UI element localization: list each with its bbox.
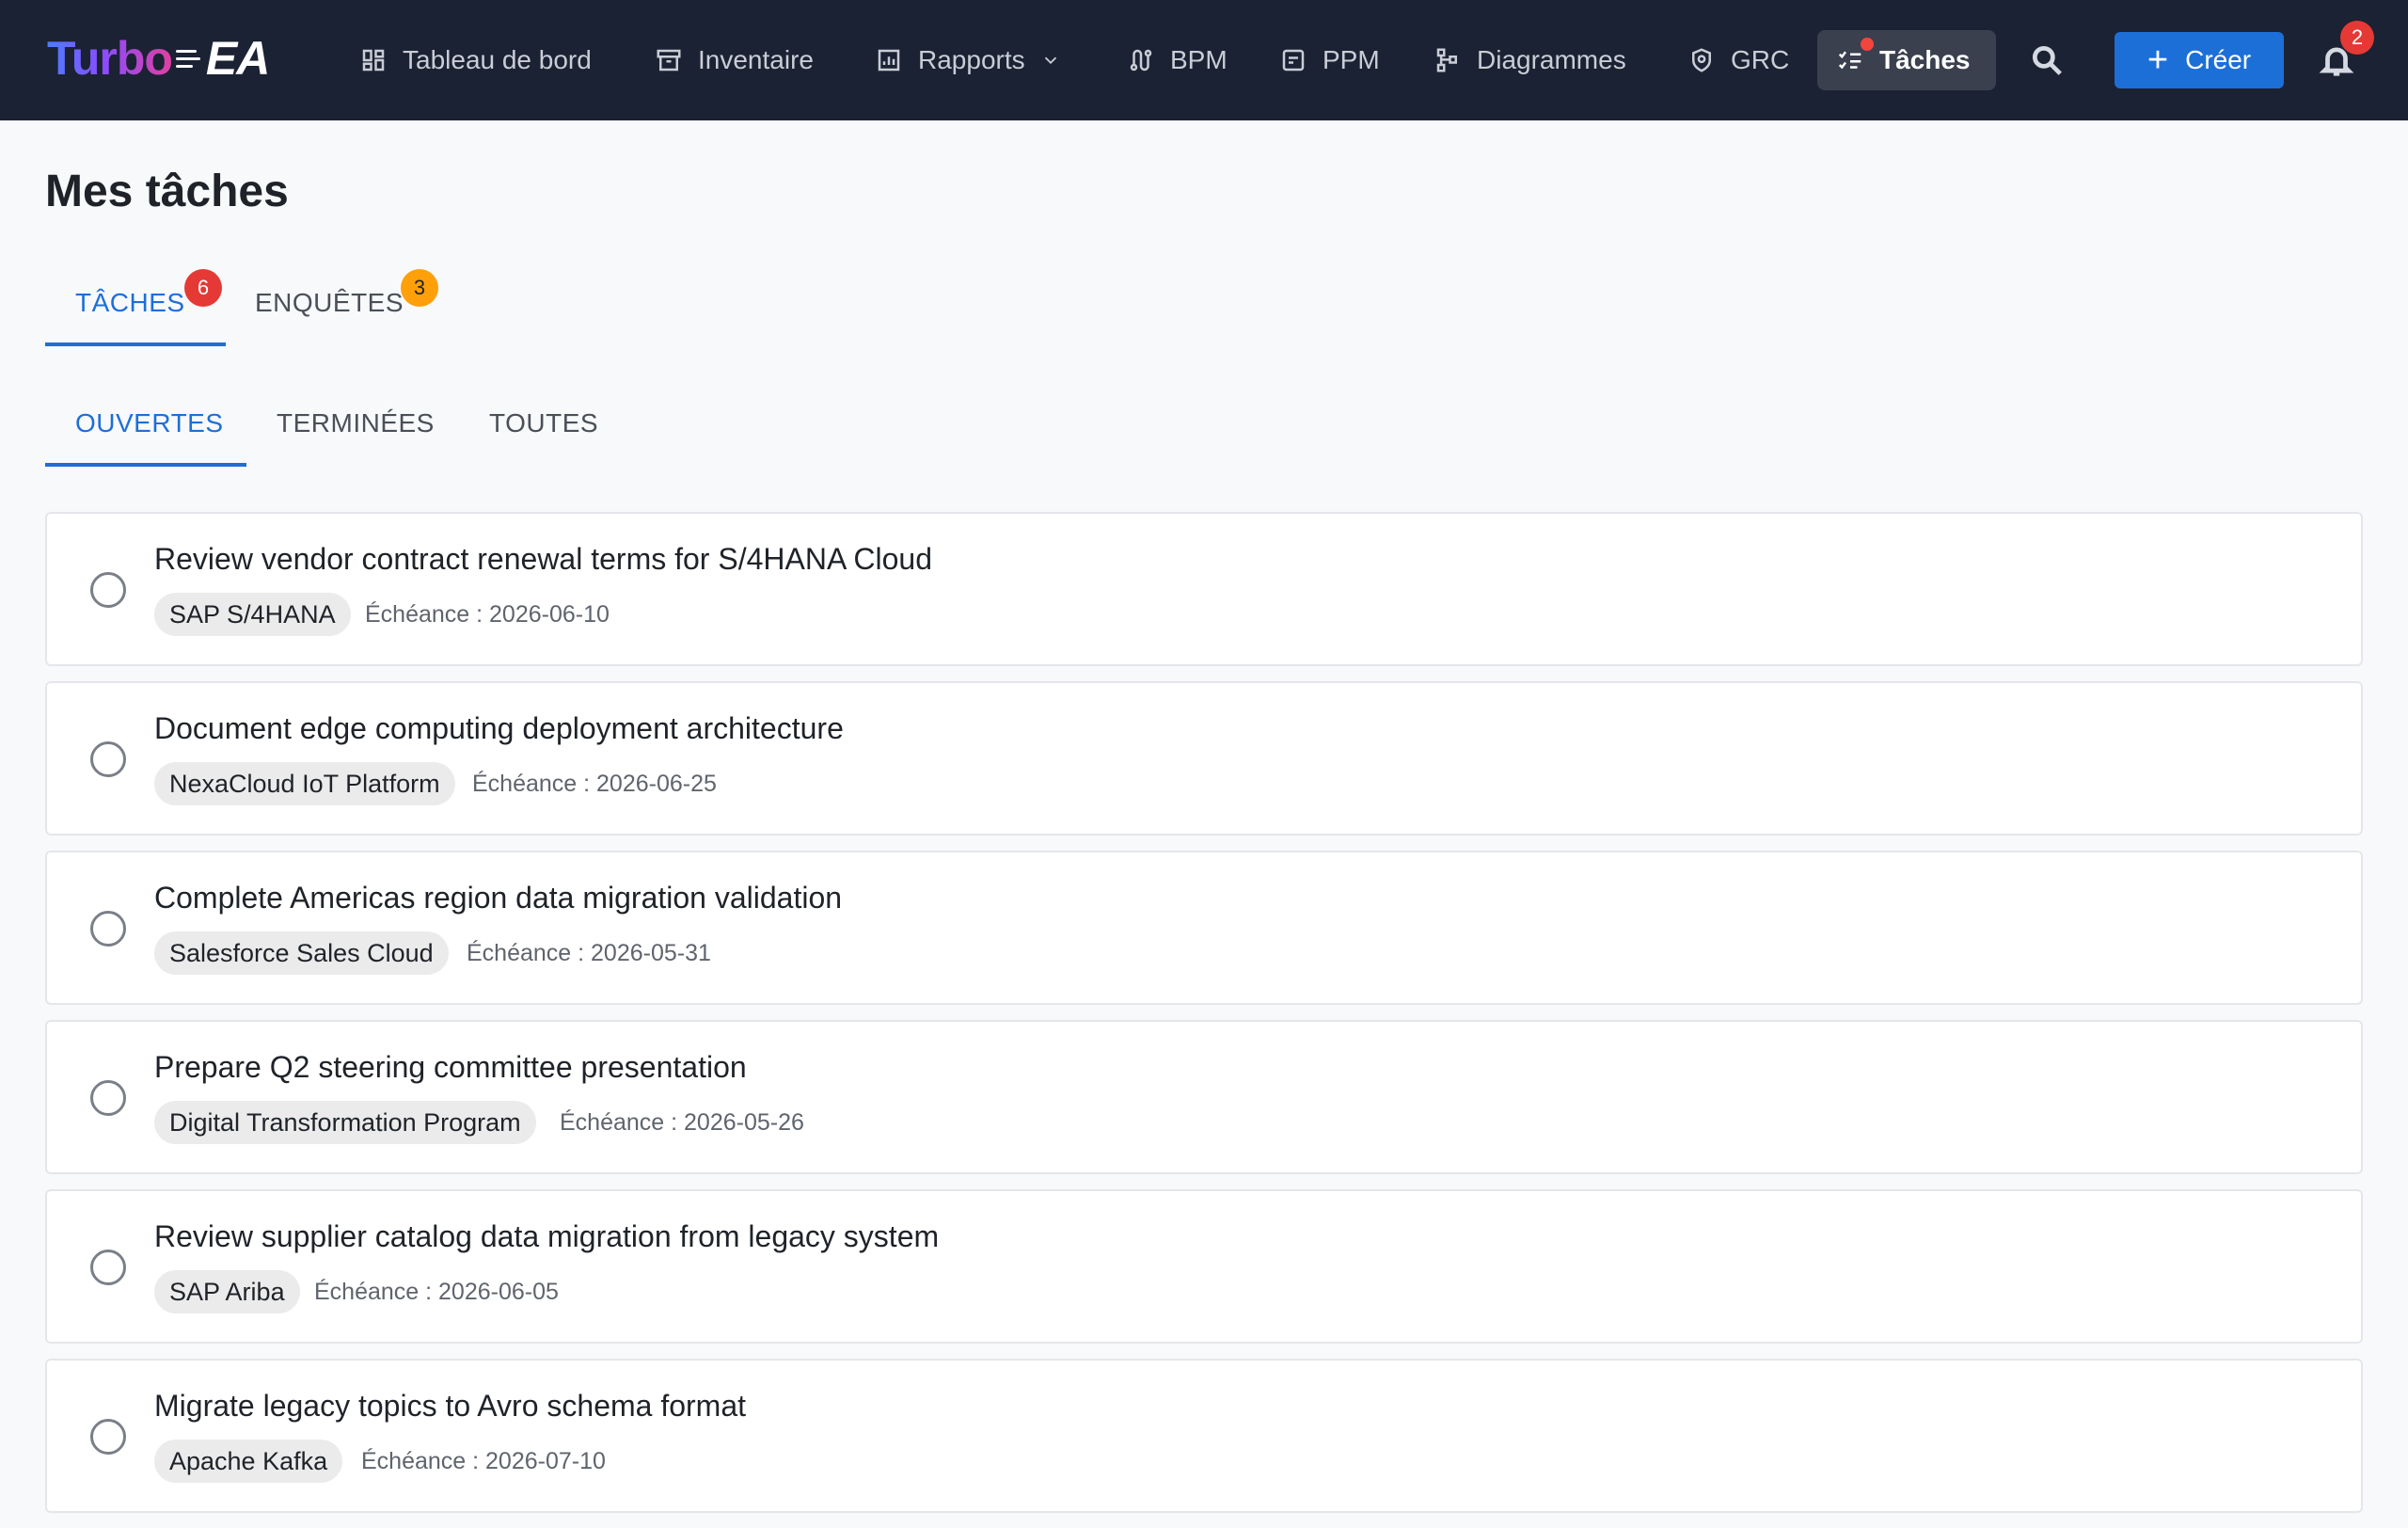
task-complete-checkbox[interactable] [90, 1249, 126, 1285]
nav-item-label: Rapports [918, 45, 1025, 74]
task-due-date: Échéance : 2026-06-10 [365, 600, 610, 628]
tab-tasks[interactable]: TÂCHES [75, 260, 185, 346]
tab-open[interactable]: OUVERTES [75, 380, 224, 467]
task-item[interactable]: Document edge computing deployment archi… [45, 681, 2363, 836]
top-navigation-bar: Turbo EA Tableau de bord Inventaire Rapp… [0, 0, 2408, 120]
task-title[interactable]: Review supplier catalog data migration f… [154, 1219, 939, 1254]
nav-item-reports[interactable]: Rapports [856, 30, 1080, 90]
task-linked-card-chip[interactable]: Salesforce Sales Cloud [154, 931, 449, 975]
task-due-date: Échéance : 2026-06-25 [472, 770, 717, 797]
search-icon [2032, 45, 2062, 75]
task-title[interactable]: Prepare Q2 steering committee presentati… [154, 1050, 747, 1085]
task-due-date: Échéance : 2026-05-31 [467, 939, 711, 966]
create-button-label: Créer [2185, 45, 2252, 74]
task-linked-card-chip[interactable]: Digital Transformation Program [154, 1101, 536, 1144]
nav-item-label: BPM [1170, 45, 1228, 74]
notification-count-badge: 2 [2340, 21, 2374, 55]
nav-item-grc[interactable]: GRC [1669, 30, 1808, 90]
logo-text-turbo: Turbo [47, 32, 173, 85]
page-title: Mes tâches [45, 167, 289, 216]
bar-chart-icon [878, 49, 900, 72]
project-icon [1282, 49, 1305, 72]
nav-item-label: Tableau de bord [403, 45, 592, 74]
task-complete-checkbox[interactable] [90, 1080, 126, 1116]
task-linked-card-chip[interactable]: SAP Ariba [154, 1270, 300, 1313]
speed-lines-icon [175, 45, 200, 72]
task-title[interactable]: Complete Americas region data migration … [154, 881, 842, 915]
task-item[interactable]: Review supplier catalog data migration f… [45, 1189, 2363, 1344]
checklist-icon [1838, 51, 1861, 70]
task-item[interactable]: Review vendor contract renewal terms for… [45, 512, 2363, 666]
nav-item-label: Tâches [1879, 45, 1971, 74]
tasks-count-badge: 6 [184, 269, 222, 307]
hierarchy-icon [1436, 48, 1457, 72]
create-button[interactable]: + Créer [2115, 32, 2284, 88]
nav-item-label: GRC [1731, 45, 1790, 74]
task-due-date: Échéance : 2026-07-10 [361, 1447, 606, 1474]
task-linked-card-chip[interactable]: Apache Kafka [154, 1440, 343, 1483]
plus-icon: + [2147, 40, 2169, 80]
nav-item-label: Diagrammes [1477, 45, 1626, 74]
task-due-date: Échéance : 2026-06-05 [314, 1278, 559, 1305]
task-complete-checkbox[interactable] [90, 572, 126, 608]
task-item[interactable]: Migrate legacy topics to Avro schema for… [45, 1359, 2363, 1513]
task-due-date: Échéance : 2026-05-26 [560, 1108, 804, 1136]
task-complete-checkbox[interactable] [90, 911, 126, 947]
task-linked-card-chip[interactable]: SAP S/4HANA [154, 593, 351, 636]
route-icon [1130, 49, 1152, 72]
task-title[interactable]: Document edge computing deployment archi… [154, 711, 844, 746]
task-complete-checkbox[interactable] [90, 1419, 126, 1455]
primary-tabs: TÂCHES 6 ENQUÊTES 3 [45, 260, 478, 346]
tab-label: TÂCHES [75, 288, 185, 317]
task-title[interactable]: Migrate legacy topics to Avro schema for… [154, 1389, 746, 1424]
surveys-count-badge: 3 [401, 269, 438, 307]
task-list: Review vendor contract renewal terms for… [45, 512, 2363, 1528]
turbo-ea-logo[interactable]: Turbo EA [47, 28, 270, 88]
archive-icon [657, 49, 681, 72]
tab-label: TOUTES [489, 408, 599, 438]
search-button[interactable] [2019, 32, 2075, 88]
nav-item-label: PPM [1323, 45, 1380, 74]
chevron-down-icon [1044, 56, 1056, 65]
task-linked-card-chip[interactable]: NexaCloud IoT Platform [154, 762, 455, 805]
nav-item-dashboard[interactable]: Tableau de bord [341, 30, 610, 90]
active-tab-indicator [45, 463, 246, 467]
nav-item-inventory[interactable]: Inventaire [636, 30, 832, 90]
nav-item-diagrams[interactable]: Diagrammes [1415, 30, 1645, 90]
nav-item-ppm[interactable]: PPM [1260, 30, 1399, 90]
logo-text-ea: EA [205, 32, 270, 85]
tab-label: ENQUÊTES [255, 288, 404, 317]
nav-item-bpm[interactable]: BPM [1108, 30, 1246, 90]
tab-label: TERMINÉES [277, 408, 435, 438]
shield-icon [1692, 48, 1711, 72]
task-item[interactable]: Prepare Q2 steering committee presentati… [45, 1020, 2363, 1174]
tab-all[interactable]: TOUTES [489, 380, 598, 467]
tab-completed[interactable]: TERMINÉES [277, 380, 435, 467]
task-title[interactable]: Review vendor contract renewal terms for… [154, 542, 932, 577]
unread-indicator-dot [1861, 38, 1874, 51]
dashboard-icon [362, 49, 385, 72]
task-item[interactable]: Complete Americas region data migration … [45, 851, 2363, 1005]
nav-item-label: Inventaire [698, 45, 814, 74]
tab-label: OUVERTES [75, 408, 224, 438]
nav-item-tasks[interactable]: Tâches [1817, 30, 1996, 90]
status-filter-tabs: OUVERTES TERMINÉES TOUTES [45, 380, 647, 467]
active-tab-indicator [45, 342, 226, 346]
task-complete-checkbox[interactable] [90, 741, 126, 777]
tab-surveys[interactable]: ENQUÊTES [255, 260, 404, 346]
